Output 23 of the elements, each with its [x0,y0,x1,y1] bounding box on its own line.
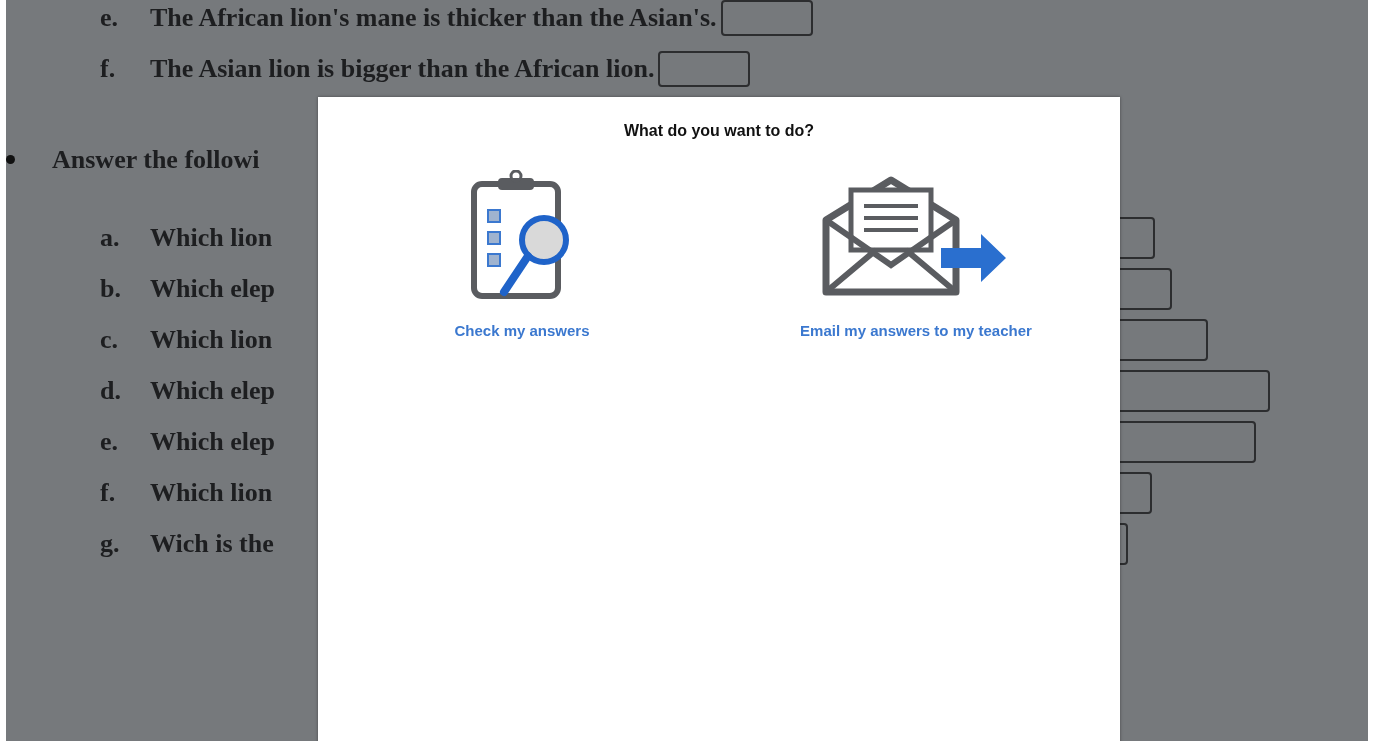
question-text: Which lion [150,477,273,508]
question-text: Which elep [150,273,275,304]
item-letter: d. [99,375,122,406]
question-text: Which lion [150,324,273,355]
item-letter: g. [99,528,121,559]
question-text: Wich is the [150,528,274,559]
check-option-button[interactable]: Check my answers [318,170,726,339]
instruction-text: Answer the followi [52,144,260,175]
item-letter: f. [99,53,117,84]
question-text: Which elep [150,426,275,457]
item-letter: e. [99,426,120,457]
statement-text: The Asian lion is bigger than the African lion. [150,53,655,84]
item-letter: b. [99,273,122,304]
question-text: Which lion [150,222,273,253]
dialog-title: What do you want to do? [623,122,815,140]
email-option-button[interactable]: Email my answers to my teacher [726,170,1106,339]
bullet-icon [6,155,15,164]
item-letter: e. [99,2,120,33]
statement-text: The African lion's mane is thicker than the Asian's. [150,2,717,33]
item-letter: f. [99,477,117,508]
item-letter: a. [99,222,121,253]
item-letter: c. [99,324,120,355]
question-text: Which elep [150,375,275,406]
